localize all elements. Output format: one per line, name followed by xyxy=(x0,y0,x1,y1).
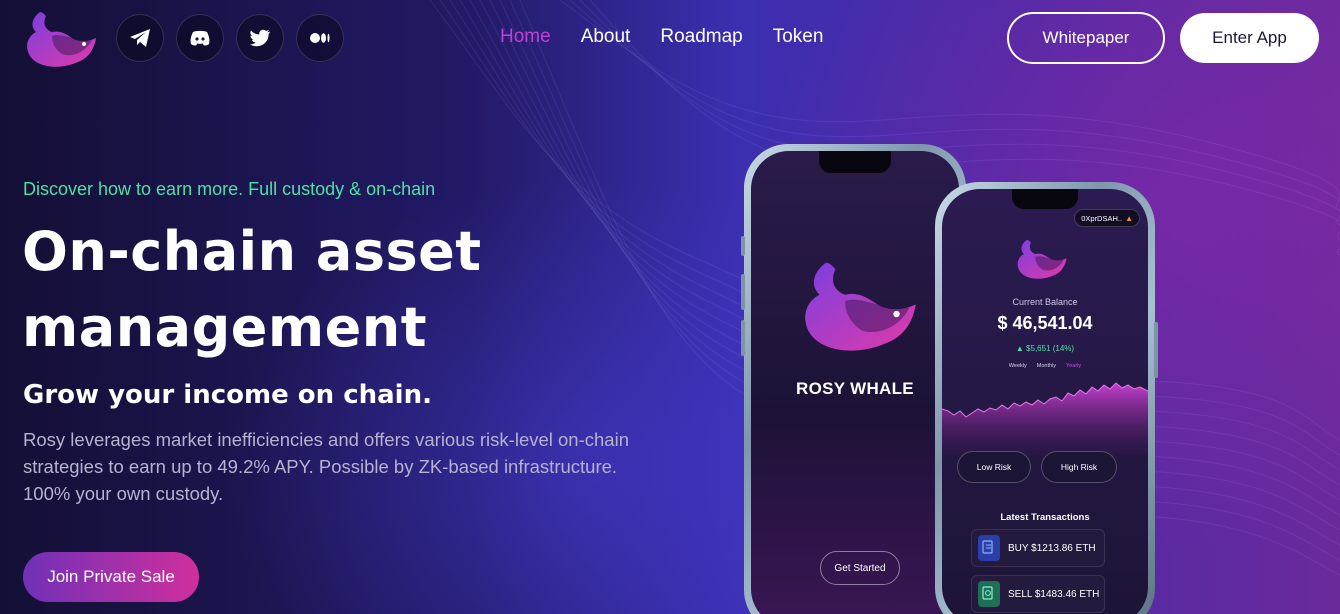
nav-token[interactable]: Token xyxy=(773,26,824,48)
twitter-icon xyxy=(249,29,270,47)
phone-mockup-left: ROSY WHALE Get Started xyxy=(741,144,966,614)
nav-about[interactable]: About xyxy=(581,26,631,48)
headline-line-2: management xyxy=(22,296,428,359)
hero-headline: On-chain asset management xyxy=(22,214,622,366)
medium-button[interactable] xyxy=(296,14,344,62)
low-risk-button[interactable]: Low Risk xyxy=(957,451,1031,483)
phone-notch xyxy=(1012,189,1078,209)
metamask-fox-icon: ▲ xyxy=(1125,213,1133,223)
phone-side-button xyxy=(741,320,745,356)
whale-logo-icon xyxy=(805,262,916,351)
tab-monthly[interactable]: Monthly xyxy=(1037,363,1056,369)
app-brand-name: ROSY WHALE xyxy=(796,379,914,398)
phone-mockup-right: 0XprDSAH.. ▲ Current Balance $ 46,541.04… xyxy=(935,182,1158,614)
join-private-sale-button[interactable]: Join Private Sale xyxy=(23,552,199,602)
whale-logo-icon xyxy=(1017,239,1067,279)
discord-button[interactable] xyxy=(176,14,224,62)
phone-screen-left: ROSY WHALE Get Started xyxy=(751,151,959,614)
medium-icon xyxy=(310,33,330,43)
buy-icon xyxy=(978,535,1000,561)
high-risk-button[interactable]: High Risk xyxy=(1041,451,1117,483)
telegram-button[interactable] xyxy=(116,14,164,62)
hero-description: Rosy leverages market inefficiencies and… xyxy=(23,429,629,504)
transaction-item[interactable]: SELL $1483.46 ETH xyxy=(971,575,1105,613)
phone-screen-right: 0XprDSAH.. ▲ Current Balance $ 46,541.04… xyxy=(942,189,1148,614)
balance-label: Current Balance xyxy=(1012,297,1078,307)
phone-side-button xyxy=(1154,322,1158,378)
hero-tagline: Discover how to earn more. Full custody … xyxy=(23,179,436,199)
nav-roadmap[interactable]: Roadmap xyxy=(660,26,742,48)
get-started-button[interactable]: Get Started xyxy=(820,551,900,585)
nav-home[interactable]: Home xyxy=(500,26,551,48)
balance-change: ▲ $5,651 (14%) xyxy=(1015,344,1075,353)
transactions-title: Latest Transactions xyxy=(1000,512,1090,523)
phone-side-button xyxy=(741,236,745,256)
balance-chart xyxy=(942,382,1148,455)
tab-weekly[interactable]: Weekly xyxy=(1009,363,1027,369)
transaction-item[interactable]: BUY $1213.86 ETH xyxy=(971,529,1105,567)
wallet-address: 0XprDSAH.. xyxy=(1081,213,1123,223)
whale-logo-icon[interactable] xyxy=(22,8,98,70)
telegram-icon xyxy=(130,29,150,47)
enter-app-button[interactable]: Enter App xyxy=(1180,13,1319,63)
transaction-label: SELL $1483.46 ETH xyxy=(1008,588,1100,600)
wallet-address-badge[interactable]: 0XprDSAH.. ▲ xyxy=(1074,209,1140,227)
tab-yearly[interactable]: Yearly xyxy=(1066,363,1081,369)
period-tabs: Weekly Monthly Yearly xyxy=(942,363,1148,369)
twitter-button[interactable] xyxy=(236,14,284,62)
transaction-label: BUY $1213.86 ETH xyxy=(1008,542,1096,554)
headline-line-1: On-chain asset xyxy=(22,220,482,283)
whitepaper-button[interactable]: Whitepaper xyxy=(1007,12,1165,64)
discord-icon xyxy=(190,30,210,46)
sell-icon xyxy=(978,581,1000,607)
phone-side-button xyxy=(741,274,745,310)
balance-value: $ 46,541.04 xyxy=(997,313,1093,333)
hero-subheadline: Grow your income on chain. xyxy=(23,380,432,410)
phone-notch xyxy=(819,151,891,173)
main-nav: Home About Roadmap Token xyxy=(500,26,823,48)
